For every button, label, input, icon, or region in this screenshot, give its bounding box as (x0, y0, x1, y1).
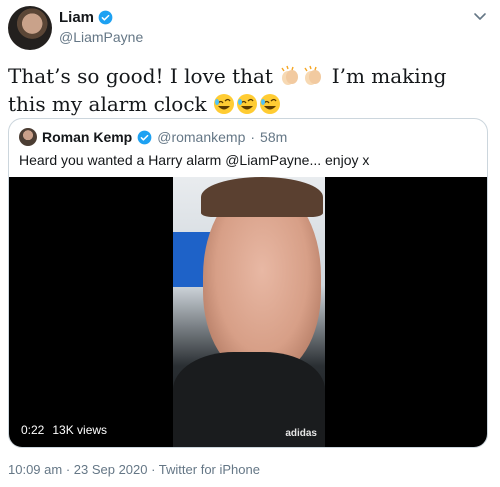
brand-logo: adidas (285, 428, 317, 439)
verified-badge-icon (98, 10, 113, 25)
avatar[interactable] (8, 6, 52, 50)
video-info: 0:22 13K views (21, 423, 107, 437)
video-frame: adidas (173, 177, 325, 447)
rofl-emoji-icon (260, 94, 281, 114)
quoted-author-name: Roman Kemp (42, 129, 133, 145)
author-name[interactable]: Liam (59, 9, 94, 26)
author-name-row[interactable]: Liam (59, 9, 113, 26)
quoted-author-handle: @romankemp (157, 129, 246, 145)
video-player[interactable]: adidas 0:22 13K views (9, 177, 487, 447)
clapping-hands-emoji-icon (304, 65, 322, 85)
separator-dot: · (250, 129, 256, 145)
tweet-text-part1: That’s so good! I love that (8, 64, 273, 88)
chevron-down-icon[interactable] (472, 8, 488, 24)
verified-badge-icon (137, 130, 152, 144)
video-duration: 0:22 (21, 423, 45, 437)
tweet-meta[interactable]: 10:09 am · 23 Sep 2020 · Twitter for iPh… (8, 462, 260, 477)
quoted-avatar (19, 128, 37, 146)
quoted-tweet[interactable]: Roman Kemp @romankemp · 58m Heard you wa… (8, 118, 488, 448)
rofl-emoji-icon (237, 94, 258, 114)
author-handle[interactable]: @LiamPayne (59, 29, 143, 45)
rofl-emoji-icon (214, 94, 235, 114)
hair (201, 177, 323, 217)
quoted-timestamp: 58m (260, 129, 288, 145)
video-views: 13K views (52, 423, 108, 437)
tweet-header: Liam @LiamPayne (8, 6, 492, 50)
quoted-tweet-text: Heard you wanted a Harry alarm @LiamPayn… (19, 152, 370, 168)
clapping-hands-emoji-icon (281, 65, 299, 85)
quoted-tweet-header: Roman Kemp @romankemp · 58m (19, 128, 287, 146)
tweet-text: That’s so good! I love that I’m making t… (8, 62, 488, 118)
